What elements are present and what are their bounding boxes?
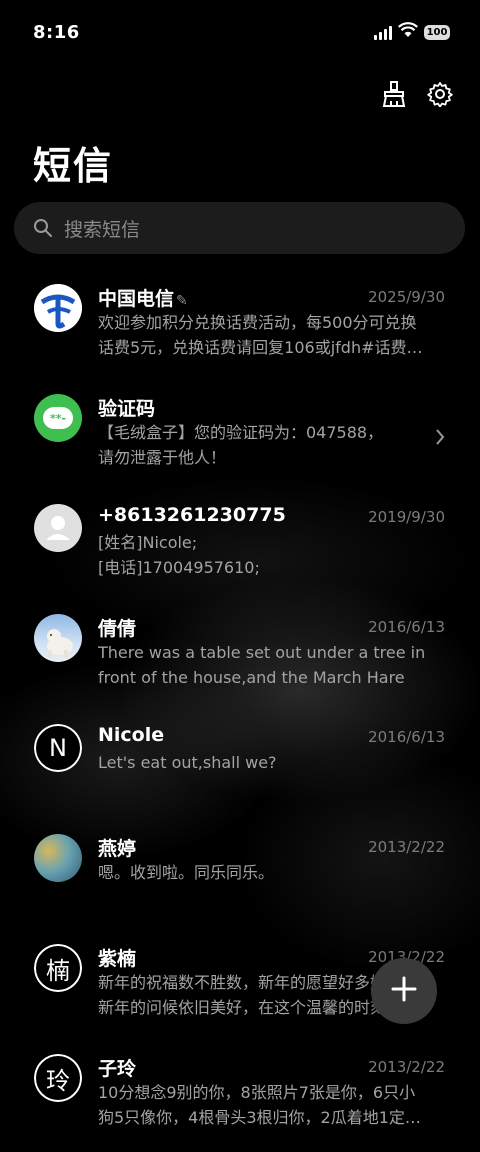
battery-icon: 100: [424, 24, 450, 40]
status-time: 8:16: [33, 22, 80, 43]
contact-name: 倩倩: [98, 618, 137, 640]
message-preview: 10分想念9别的你，8张照片7张是你，6只小 狗5只像你，4根骨头3根归你，2瓜…: [98, 1083, 421, 1127]
list-item[interactable]: **- 验证码 【毛绒盒子】您的验证码为：047588， 请勿泄露于他人！: [0, 382, 480, 492]
message-preview: 嗯。收到啦。同乐同乐。: [98, 863, 275, 882]
message-date: 2016/6/13: [368, 618, 445, 636]
contact-name: 子玲: [98, 1058, 137, 1080]
contact-name: 验证码: [98, 398, 156, 420]
page-title: 短信: [33, 144, 114, 188]
list-item[interactable]: 倩倩 2016/6/13 There was a table set out u…: [0, 602, 480, 712]
new-message-button[interactable]: [371, 958, 437, 1024]
contact-name: 紫楠: [98, 948, 137, 970]
chevron-right-icon: [434, 428, 446, 450]
gear-icon[interactable]: [426, 80, 454, 108]
pencil-icon: ✎: [176, 293, 188, 309]
painting-photo: [34, 834, 82, 882]
list-item[interactable]: +8613261230775 2019/9/30 [姓名]Nicole; [电话…: [0, 492, 480, 602]
list-item[interactable]: 玲 子玲 2013/2/22 10分想念9别的你，8张照片7张是你，6只小 狗5…: [0, 1042, 480, 1152]
contact-name: 中国电信 ✎: [98, 288, 188, 310]
contact-name: 燕婷: [98, 838, 137, 860]
list-item[interactable]: 燕婷 2013/2/22 嗯。收到啦。同乐同乐。: [0, 822, 480, 932]
message-preview: There was a table set out under a tree i…: [98, 643, 426, 687]
green-message-icon: **-: [34, 394, 82, 442]
contact-name: +8613261230775: [98, 504, 286, 526]
polar-bear-photo: [34, 614, 82, 662]
search-input[interactable]: 搜索短信: [14, 202, 465, 254]
message-badge: **-: [43, 407, 73, 429]
search-icon: [32, 217, 54, 239]
message-preview: [姓名]Nicole; [电话]17004957610;: [98, 533, 260, 577]
message-date: 2019/9/30: [368, 508, 445, 526]
search-placeholder: 搜索短信: [64, 218, 141, 241]
signal-icon: [374, 24, 392, 40]
letter-avatar: 玲: [34, 1054, 82, 1102]
message-preview: 欢迎参加积分兑换话费活动，每500分可兑换 话费5元，兑换话费请回复106或jf…: [98, 313, 423, 357]
plus-icon: [390, 975, 418, 1007]
message-date: 2013/2/22: [368, 838, 445, 856]
message-date: 2025/9/30: [368, 288, 445, 306]
avatar-letter: N: [34, 724, 82, 772]
message-date: 2016/6/13: [368, 728, 445, 746]
default-person-icon: [34, 504, 82, 552]
message-preview: 【毛绒盒子】您的验证码为：047588， 请勿泄露于他人！: [98, 423, 384, 467]
avatar-letter: 楠: [34, 944, 82, 992]
message-preview: Let's eat out,shall we?: [98, 753, 277, 772]
wifi-icon: [398, 22, 418, 42]
list-item[interactable]: N Nicole 2016/6/13 Let's eat out,shall w…: [0, 712, 480, 822]
contact-name: Nicole: [98, 724, 165, 746]
letter-avatar: N: [34, 724, 82, 772]
status-bar: 8:16 100: [0, 0, 480, 68]
message-date: 2013/2/22: [368, 1058, 445, 1076]
list-item[interactable]: 中国电信 ✎ 2025/9/30 欢迎参加积分兑换话费活动，每500分可兑换 话费…: [0, 272, 480, 382]
avatar-letter: 玲: [34, 1054, 82, 1102]
letter-avatar: 楠: [34, 944, 82, 992]
broom-icon[interactable]: [380, 80, 408, 108]
china-telecom-logo-icon: [34, 284, 82, 332]
